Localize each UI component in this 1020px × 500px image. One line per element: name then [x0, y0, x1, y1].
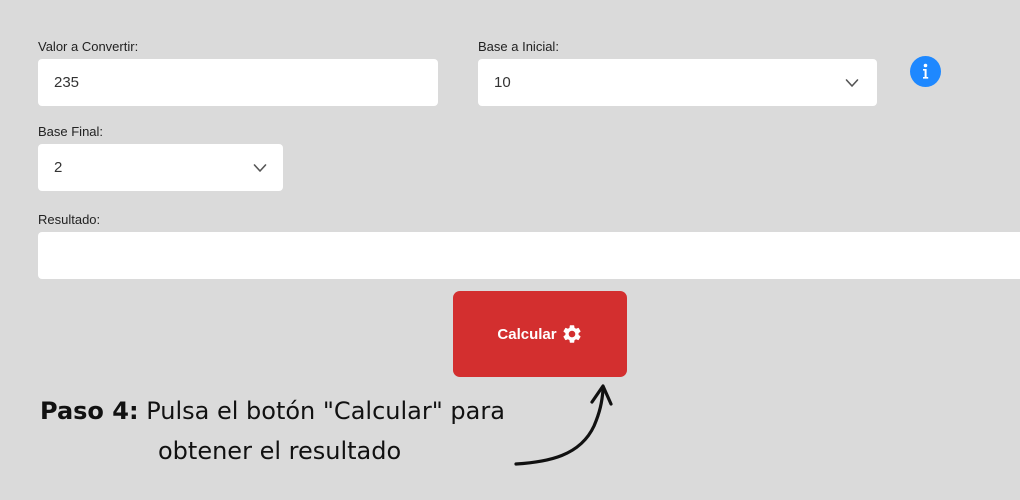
caption-step: Paso 4: [40, 397, 139, 425]
info-glyph-icon [923, 63, 929, 79]
calcular-button-label: Calcular [497, 325, 557, 343]
valor-input-value: 235 [54, 74, 80, 91]
chevron-down-icon [845, 78, 859, 87]
caption-line-1: Paso 4: Pulsa el botón "Calcular" para [40, 392, 505, 430]
base-final-value: 2 [54, 159, 63, 176]
base-final-select[interactable]: 2 [38, 144, 283, 191]
valor-label: Valor a Convertir: [38, 39, 139, 54]
resultado-output[interactable] [38, 232, 1020, 279]
caption-line1-text: Pulsa el botón "Calcular" para [138, 397, 505, 425]
base-final-label: Base Final: [38, 124, 104, 139]
curved-arrow-icon [514, 384, 613, 466]
valor-input[interactable]: 235 [38, 59, 438, 106]
resultado-label: Resultado: [38, 212, 101, 227]
info-icon[interactable] [910, 56, 941, 87]
calcular-button[interactable]: Calcular [453, 291, 627, 377]
caption-line-2: obtener el resultado [158, 437, 402, 465]
base-inicial-select[interactable]: 10 [478, 59, 877, 106]
gear-icon [563, 325, 581, 343]
chevron-down-icon [253, 163, 267, 172]
base-inicial-label: Base a Inicial: [478, 39, 559, 54]
base-inicial-value: 10 [494, 74, 511, 91]
